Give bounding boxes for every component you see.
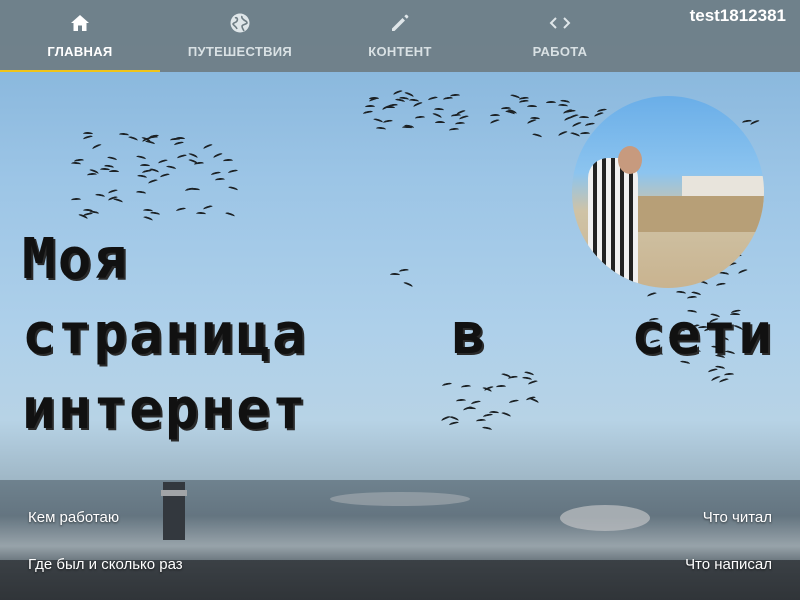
bird	[387, 103, 398, 109]
bird	[141, 168, 153, 175]
bird	[159, 172, 171, 180]
bird	[87, 172, 98, 178]
bird	[362, 110, 374, 117]
bird	[112, 197, 124, 205]
tab-travel[interactable]: Путешествия	[160, 0, 320, 72]
bird	[383, 118, 394, 125]
bird	[448, 127, 459, 133]
headline-word-5: интернет	[22, 377, 308, 442]
bird	[82, 134, 94, 142]
bird	[375, 126, 387, 132]
link-work[interactable]: Кем работаю	[28, 509, 119, 526]
bird	[526, 117, 538, 126]
bird	[415, 115, 426, 121]
bird	[579, 115, 590, 121]
bird	[140, 163, 151, 169]
bird	[489, 114, 501, 119]
tab-work[interactable]: Работа	[480, 0, 640, 72]
username-label[interactable]: test1812381	[690, 6, 786, 26]
page-headline: Моя страница в сети интернет	[22, 222, 782, 447]
bird	[177, 153, 188, 161]
bird	[531, 132, 542, 140]
bird	[202, 143, 214, 151]
bird	[149, 210, 161, 217]
headline-word-4: сети	[631, 302, 774, 367]
link-wrote[interactable]: Что написал	[685, 556, 772, 573]
bird	[227, 168, 239, 176]
bird	[106, 155, 118, 162]
tab-home[interactable]: Главная	[0, 0, 160, 72]
tab-home-label: Главная	[47, 44, 113, 59]
bird	[450, 113, 461, 119]
headline-word-2: страница	[22, 302, 308, 367]
bird	[166, 165, 177, 172]
tab-content-label: Контент	[368, 44, 432, 59]
headline-word-3: в	[451, 302, 488, 367]
bird	[434, 108, 445, 113]
bird	[596, 107, 607, 114]
bird	[135, 190, 147, 196]
headline-word-1: Моя	[22, 227, 130, 292]
bird	[224, 211, 236, 219]
link-travel[interactable]: Где был и сколько раз	[28, 556, 183, 573]
bird	[449, 93, 461, 99]
bird	[527, 104, 538, 109]
bird	[202, 204, 214, 212]
home-icon	[69, 12, 91, 34]
tab-content[interactable]: Контент	[320, 0, 480, 72]
bird	[571, 121, 583, 130]
pencil-icon	[389, 12, 411, 34]
bird	[94, 192, 105, 199]
bird	[147, 135, 159, 141]
bird	[91, 142, 103, 151]
bird	[174, 141, 185, 148]
tab-work-label: Работа	[532, 44, 588, 59]
code-icon	[549, 12, 571, 34]
bird	[558, 129, 569, 138]
bird	[427, 95, 439, 102]
bird	[214, 177, 226, 182]
bird	[500, 106, 511, 112]
bird	[109, 169, 120, 174]
bird	[365, 104, 376, 109]
avatar-head	[618, 146, 642, 174]
bird	[228, 185, 239, 193]
bird	[409, 98, 420, 104]
bird	[211, 171, 222, 178]
bird	[135, 154, 147, 161]
bird	[401, 125, 412, 131]
top-navigation: Главная Путешествия Контент Работа test1…	[0, 0, 800, 72]
bird	[148, 178, 159, 187]
bottom-links-bar: Кем работаю Где был и сколько раз Что чи…	[0, 480, 800, 600]
bird	[175, 207, 186, 214]
bird	[454, 121, 465, 127]
bird	[195, 212, 207, 217]
bird	[169, 137, 180, 143]
bird	[432, 111, 443, 120]
bird	[545, 101, 556, 106]
bird	[118, 132, 129, 138]
bird	[392, 89, 404, 97]
bird	[213, 151, 224, 160]
bird	[70, 162, 82, 167]
bird	[490, 118, 501, 126]
bird	[157, 158, 168, 166]
bird	[372, 117, 384, 125]
globe-icon	[229, 12, 251, 34]
bird	[435, 121, 446, 126]
tab-travel-label: Путешествия	[187, 44, 293, 59]
bird	[509, 93, 521, 101]
bird	[144, 140, 156, 147]
bird	[222, 158, 233, 164]
bird	[136, 173, 147, 180]
bird	[107, 189, 118, 196]
bird	[519, 99, 530, 105]
bird	[584, 122, 596, 129]
bird	[71, 197, 82, 203]
link-read[interactable]: Что читал	[703, 509, 772, 526]
